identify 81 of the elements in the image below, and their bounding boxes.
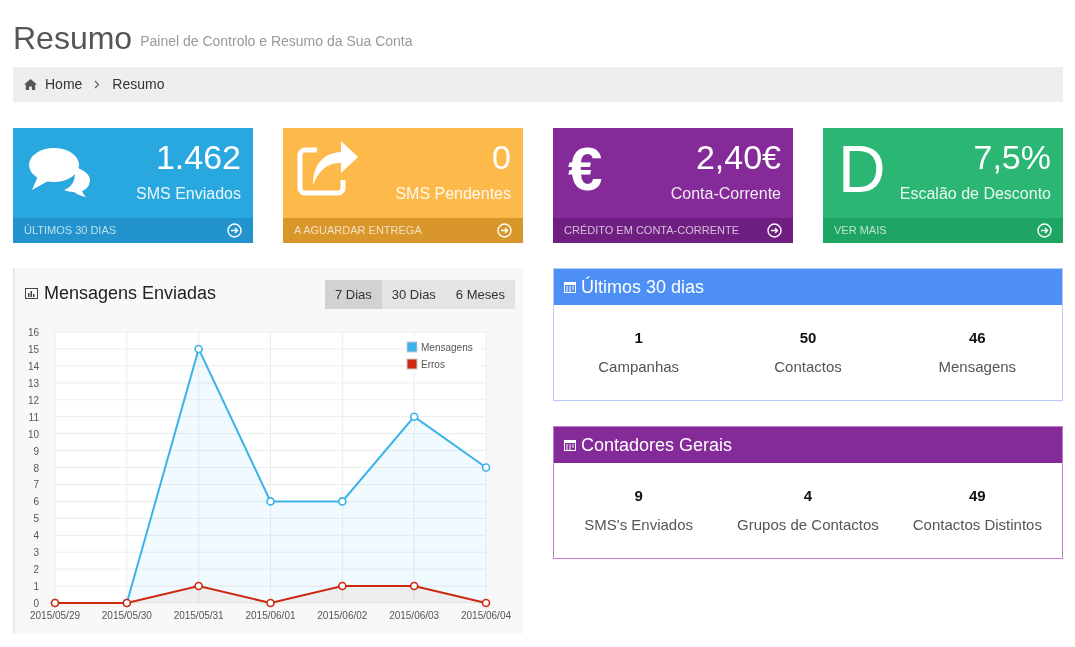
y-tick-label: 0 — [33, 598, 39, 609]
stat-label: SMS Pendentes — [395, 184, 511, 204]
arrow-circle-icon — [497, 223, 512, 238]
legend-label: Mensagens — [421, 342, 473, 353]
home-icon — [24, 79, 37, 90]
stat-caption: Contactos — [774, 356, 842, 377]
y-tick-label: 3 — [33, 547, 39, 559]
icon-glyph: € — [568, 138, 603, 205]
stat-caption: SMS's Enviados — [584, 514, 694, 535]
footer-label: ÚLTIMOS 30 DIAS — [24, 223, 117, 239]
stat-value: 0 — [492, 140, 511, 174]
calendar-icon — [564, 439, 576, 451]
panel-title: Últimos 30 dias — [581, 275, 705, 299]
x-tick-label: 2015/06/01 — [245, 610, 296, 621]
stat-number: 50 — [799, 328, 817, 348]
y-tick-label: 1 — [33, 581, 39, 593]
stat-number: 49 — [968, 486, 986, 506]
data-point — [481, 598, 491, 608]
y-tick-label: 9 — [33, 445, 39, 457]
y-tick-label: 8 — [33, 462, 39, 474]
stat-value: 2,40€ — [695, 140, 781, 174]
data-point — [338, 581, 347, 591]
stat-number: 1 — [634, 328, 643, 348]
stat-value: 1.462 — [155, 140, 241, 174]
x-tick-label: 2015/06/03 — [389, 610, 440, 621]
page-subtitle: Painel de Controlo e Resumo da Sua Conta — [140, 32, 413, 51]
breadcrumb-link[interactable]: Resumo — [112, 74, 165, 95]
data-point — [409, 581, 419, 591]
stat-label: Conta-Corrente — [670, 184, 781, 204]
x-tick-label: 2015/06/02 — [317, 610, 368, 621]
data-point — [266, 598, 275, 608]
range-tab[interactable]: 7 Dias — [324, 280, 382, 309]
y-tick-label: 13 — [27, 377, 39, 389]
y-tick-label: 14 — [27, 360, 39, 372]
y-tick-label: 2 — [33, 564, 39, 576]
x-tick-label: 2015/06/04 — [460, 610, 512, 621]
y-tick-label: 6 — [33, 496, 39, 508]
y-tick-label: 5 — [33, 513, 39, 525]
arrow-circle-icon — [767, 223, 782, 238]
x-tick-label: 2015/05/29 — [29, 610, 81, 621]
y-tick-label: 11 — [28, 411, 39, 423]
data-point — [481, 463, 491, 472]
stat-caption: Contactos Distintos — [912, 514, 1042, 535]
data-point — [266, 497, 275, 506]
data-point — [338, 497, 347, 506]
y-tick-label: 15 — [27, 343, 39, 355]
data-point — [409, 412, 419, 421]
data-point — [194, 344, 203, 354]
footer-label: VER MAIS — [834, 223, 887, 239]
legend-label: Erros — [421, 359, 445, 370]
arrow-circle-icon — [227, 223, 242, 238]
range-tab[interactable]: 6 Meses — [445, 280, 515, 309]
data-point — [194, 581, 203, 591]
chart-title: Mensagens Enviadas — [44, 282, 217, 305]
stat-number: 4 — [803, 486, 813, 506]
stat-value: 7,5% — [973, 140, 1051, 174]
stat-label: Escalão de Desconto — [899, 184, 1051, 204]
arrow-circle-icon — [1037, 223, 1052, 238]
panel-title: Contadores Gerais — [581, 433, 733, 457]
icon-glyph: D — [838, 136, 886, 208]
stat-caption: Campanhas — [598, 356, 680, 377]
y-tick-label: 10 — [27, 428, 39, 440]
y-tick-label: 7 — [33, 479, 39, 491]
footer-label: CRÉDITO EM CONTA-CORRENTE — [564, 223, 739, 239]
page-title: Resumo — [13, 22, 133, 54]
stat-number: 9 — [634, 486, 643, 506]
y-tick-label: 4 — [33, 530, 39, 542]
breadcrumb-link[interactable]: Home — [45, 74, 83, 95]
range-tab[interactable]: 30 Dias — [381, 280, 446, 309]
x-tick-label: 2015/05/30 — [101, 610, 152, 621]
bar-chart-icon — [25, 288, 38, 299]
calendar-icon — [564, 281, 576, 293]
stat-caption: Mensagens — [938, 356, 1017, 377]
stat-label: SMS Enviados — [136, 184, 241, 204]
x-tick-label: 2015/05/31 — [173, 610, 224, 621]
y-tick-label: 12 — [27, 394, 39, 406]
y-tick-label: 16 — [27, 327, 39, 338]
stat-number: 46 — [968, 328, 986, 348]
card-footer[interactable]: CRÉDITO EM CONTA-CORRENTE — [553, 218, 793, 243]
stat-caption: Grupos de Contactos — [737, 514, 879, 535]
footer-label: A AGUARDAR ENTREGA — [294, 223, 422, 239]
